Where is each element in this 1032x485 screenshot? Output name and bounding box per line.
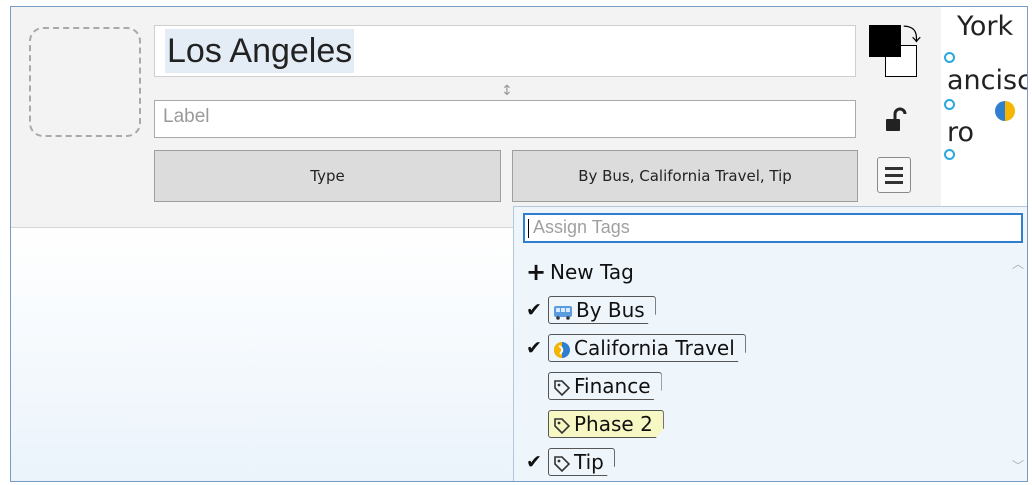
- scroll-down-icon[interactable]: ﹀: [1012, 457, 1024, 474]
- tag-chip: Finance: [548, 372, 662, 400]
- tag-label: California Travel: [574, 336, 735, 360]
- node-connector: [944, 149, 955, 160]
- scroll-up-icon[interactable]: ︿: [1012, 255, 1024, 272]
- checkmark-icon: ✔: [526, 451, 542, 473]
- menu-icon: [885, 167, 903, 170]
- tag-label: By Bus: [576, 298, 645, 322]
- checkmark-icon: ✔: [526, 299, 542, 321]
- tag-icon: [553, 455, 571, 473]
- node-connector: [944, 52, 955, 63]
- tag-chip: California Travel: [548, 334, 746, 362]
- california-travel-icon: [995, 101, 1015, 121]
- label-input[interactable]: Label: [154, 100, 856, 138]
- tag-label: Phase 2: [574, 412, 653, 436]
- checkmark-icon: ✔: [526, 337, 542, 359]
- node-connector: [944, 99, 955, 110]
- tags-button[interactable]: By Bus, California Travel, Tip: [512, 150, 858, 202]
- tag-icon: [553, 417, 571, 435]
- assign-tags-input[interactable]: Assign Tags: [523, 213, 1023, 243]
- tag-chip: Tip: [548, 448, 615, 476]
- map-canvas[interactable]: York ancisco ro: [941, 7, 1027, 207]
- map-topic-york[interactable]: York: [957, 11, 1013, 42]
- topic-editor-panel: Los Angeles ↕ Label Type By Bus, Califor…: [11, 7, 941, 228]
- unlock-icon[interactable]: [883, 107, 909, 133]
- assign-tags-dropdown: Assign Tags + New Tag ✔ By Bus ✔ Califor…: [513, 206, 1027, 481]
- tag-list-scrollbar[interactable]: ︿ ﹀: [1008, 251, 1027, 479]
- app-frame: York ancisco ro Los Angeles ↕ Label Type…: [10, 6, 1028, 482]
- map-topic-ro[interactable]: ro: [947, 117, 974, 148]
- new-tag-label: New Tag: [550, 260, 634, 284]
- map-topic-san-francisco[interactable]: ancisco: [947, 65, 1027, 96]
- swap-colors-icon[interactable]: ⤵: [903, 21, 921, 47]
- color-picker[interactable]: ⤵: [869, 25, 921, 81]
- menu-button[interactable]: [877, 157, 911, 193]
- foreground-color-swatch[interactable]: [869, 25, 901, 57]
- plus-icon: +: [526, 258, 547, 286]
- title-value: Los Angeles: [165, 29, 355, 73]
- california-travel-icon: [553, 341, 571, 359]
- text-caret: [528, 219, 529, 238]
- tag-label: Finance: [574, 374, 651, 398]
- title-field[interactable]: Los Angeles: [154, 25, 856, 77]
- tag-label: Tip: [574, 450, 604, 474]
- tag-icon: [553, 379, 571, 397]
- bus-icon: [553, 304, 573, 320]
- resize-grip-icon[interactable]: ↕: [501, 83, 513, 99]
- tag-chip: Phase 2: [548, 410, 664, 438]
- image-drop-zone[interactable]: [29, 27, 141, 137]
- tag-list: + New Tag ✔ By Bus ✔ California Travel F…: [514, 251, 1008, 481]
- assign-tags-placeholder: Assign Tags: [533, 217, 630, 237]
- type-button[interactable]: Type: [154, 150, 501, 202]
- tag-chip: By Bus: [548, 296, 656, 324]
